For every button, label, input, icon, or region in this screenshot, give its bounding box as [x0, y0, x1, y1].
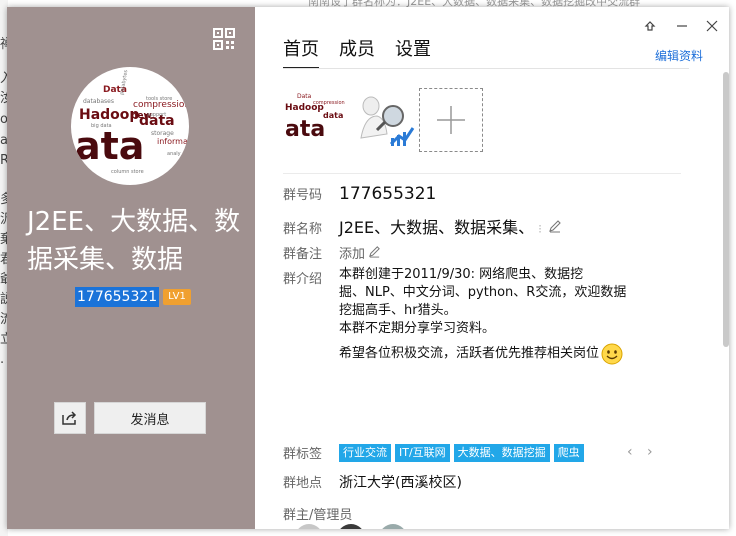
group-avatar[interactable]: databases Data compression Hadoop new to…	[71, 67, 189, 185]
settings-icon[interactable]	[641, 17, 659, 35]
avatar-word: compression	[313, 100, 345, 106]
group-name-title: J2EE、大数据、数据采集、数据	[27, 207, 241, 275]
photos-divider	[283, 173, 681, 174]
group-name-value[interactable]: J2EE、大数据、数据采集、	[339, 214, 534, 238]
avatar-word: ata	[285, 117, 325, 142]
minimize-icon[interactable]	[673, 17, 691, 35]
group-info-panel: 首页 成员 设置 编辑资料 Hadoop ata data Data compr…	[255, 7, 729, 529]
group-location-label: 群地点	[283, 476, 323, 491]
intro-line: 挖掘高手、hr猎头。	[339, 303, 457, 318]
group-location-value: 浙江大学(西溪校区)	[339, 475, 462, 491]
group-remark-label: 群备注	[283, 247, 323, 262]
text-overflow-marker: ⁝	[538, 222, 542, 236]
avatar-word: column store	[111, 169, 144, 175]
tags-next-icon[interactable]: ›	[647, 444, 653, 460]
group-profile-window: databases Data compression Hadoop new to…	[7, 7, 729, 529]
group-number-label: 群号码	[283, 188, 323, 203]
share-icon	[62, 411, 77, 425]
avatar-word: support	[147, 112, 166, 118]
avatar[interactable]	[295, 524, 323, 529]
scrollbar-thumb[interactable]	[723, 72, 729, 347]
group-admins-row: 群主/管理员	[283, 504, 352, 523]
group-id-text[interactable]: 177655321	[75, 287, 160, 307]
tag-industry[interactable]: 行业交流	[339, 443, 391, 462]
group-remark-row: 群备注 添加	[283, 243, 381, 262]
group-name-row: 群名称 J2EE、大数据、数据采集、 ⁝	[283, 214, 562, 238]
close-icon[interactable]	[703, 17, 721, 35]
group-intro-label: 群介绍	[283, 272, 323, 287]
avatar-word: tools store	[146, 96, 172, 102]
intro-line-last: 希望各位积极交流，活跃者优先推荐相关岗位	[339, 343, 679, 365]
group-location-row: 群地点 浙江大学(西溪校区)	[283, 472, 462, 492]
tab-home[interactable]: 首页	[283, 35, 319, 69]
group-tags-label: 群标签	[283, 447, 323, 462]
avatar-word: storage	[151, 130, 174, 137]
tag-bigdata[interactable]: 大数据、数据挖掘	[453, 443, 550, 462]
bg-char: .	[0, 352, 5, 367]
share-button[interactable]	[54, 402, 86, 434]
tag-crawler[interactable]: 爬虫	[553, 443, 584, 462]
avatar-word: informatio	[157, 137, 189, 146]
group-card-panel: databases Data compression Hadoop new to…	[7, 7, 255, 529]
qr-code-icon[interactable]	[212, 27, 236, 51]
avatar-word: analy	[167, 151, 181, 157]
plus-icon	[437, 106, 465, 134]
group-name-label: 群名称	[283, 222, 323, 237]
intro-line: 本群创建于2011/9/30: 网络爬虫、数据挖	[339, 267, 584, 282]
group-photo-2[interactable]	[351, 88, 415, 152]
edit-profile-link[interactable]: 编辑资料	[655, 47, 703, 64]
tag-it[interactable]: IT/互联网	[395, 443, 450, 462]
group-id-row: 177655321 LV1	[75, 287, 191, 307]
add-photo-button[interactable]	[419, 88, 483, 152]
group-photo-1[interactable]: Hadoop ata data Data compression	[283, 88, 347, 152]
group-admins-label: 群主/管理员	[283, 508, 353, 523]
intro-line: 掘、NLP、中文分词、python、R交流，欢迎数据	[339, 285, 627, 300]
tab-divider	[283, 68, 689, 69]
group-tags-row: 群标签 行业交流 IT/互联网 大数据、数据挖掘 爬虫	[283, 443, 588, 462]
group-number-row: 群号码 177655321	[283, 184, 436, 204]
avatar-word: databases	[83, 98, 114, 105]
avatar[interactable]	[337, 524, 365, 529]
group-photos: Hadoop ata data Data compression	[283, 88, 483, 152]
avatar-word: data	[323, 111, 343, 120]
intro-line: 本群不定期分享学习资料。	[339, 321, 496, 336]
edit-remark-icon[interactable]	[368, 243, 381, 262]
group-number-value[interactable]: 177655321	[339, 184, 436, 204]
tab-bar: 首页 成员 设置	[283, 35, 431, 69]
avatar-word: ata	[75, 124, 144, 168]
smiley-emoji-icon	[601, 343, 623, 365]
avatar-word: petabytes	[119, 69, 129, 95]
edit-name-icon[interactable]	[548, 218, 562, 237]
intro-line: 希望各位积极交流，活跃者优先推荐相关岗位	[339, 346, 600, 361]
add-remark-link[interactable]: 添加	[339, 243, 365, 262]
group-intro-text: 本群创建于2011/9/30: 网络爬虫、数据挖 掘、NLP、中文分词、pyth…	[339, 266, 679, 365]
group-intro-row: 群介绍	[283, 268, 339, 287]
avatar[interactable]	[379, 524, 407, 529]
send-message-button[interactable]: 发消息	[94, 402, 206, 434]
avatar-word: Data	[297, 93, 312, 100]
tab-members[interactable]: 成员	[339, 35, 375, 69]
level-badge: LV1	[163, 289, 191, 305]
tags-prev-icon[interactable]: ‹	[627, 444, 633, 460]
admin-avatars	[295, 524, 407, 529]
tab-settings[interactable]: 设置	[395, 35, 431, 69]
